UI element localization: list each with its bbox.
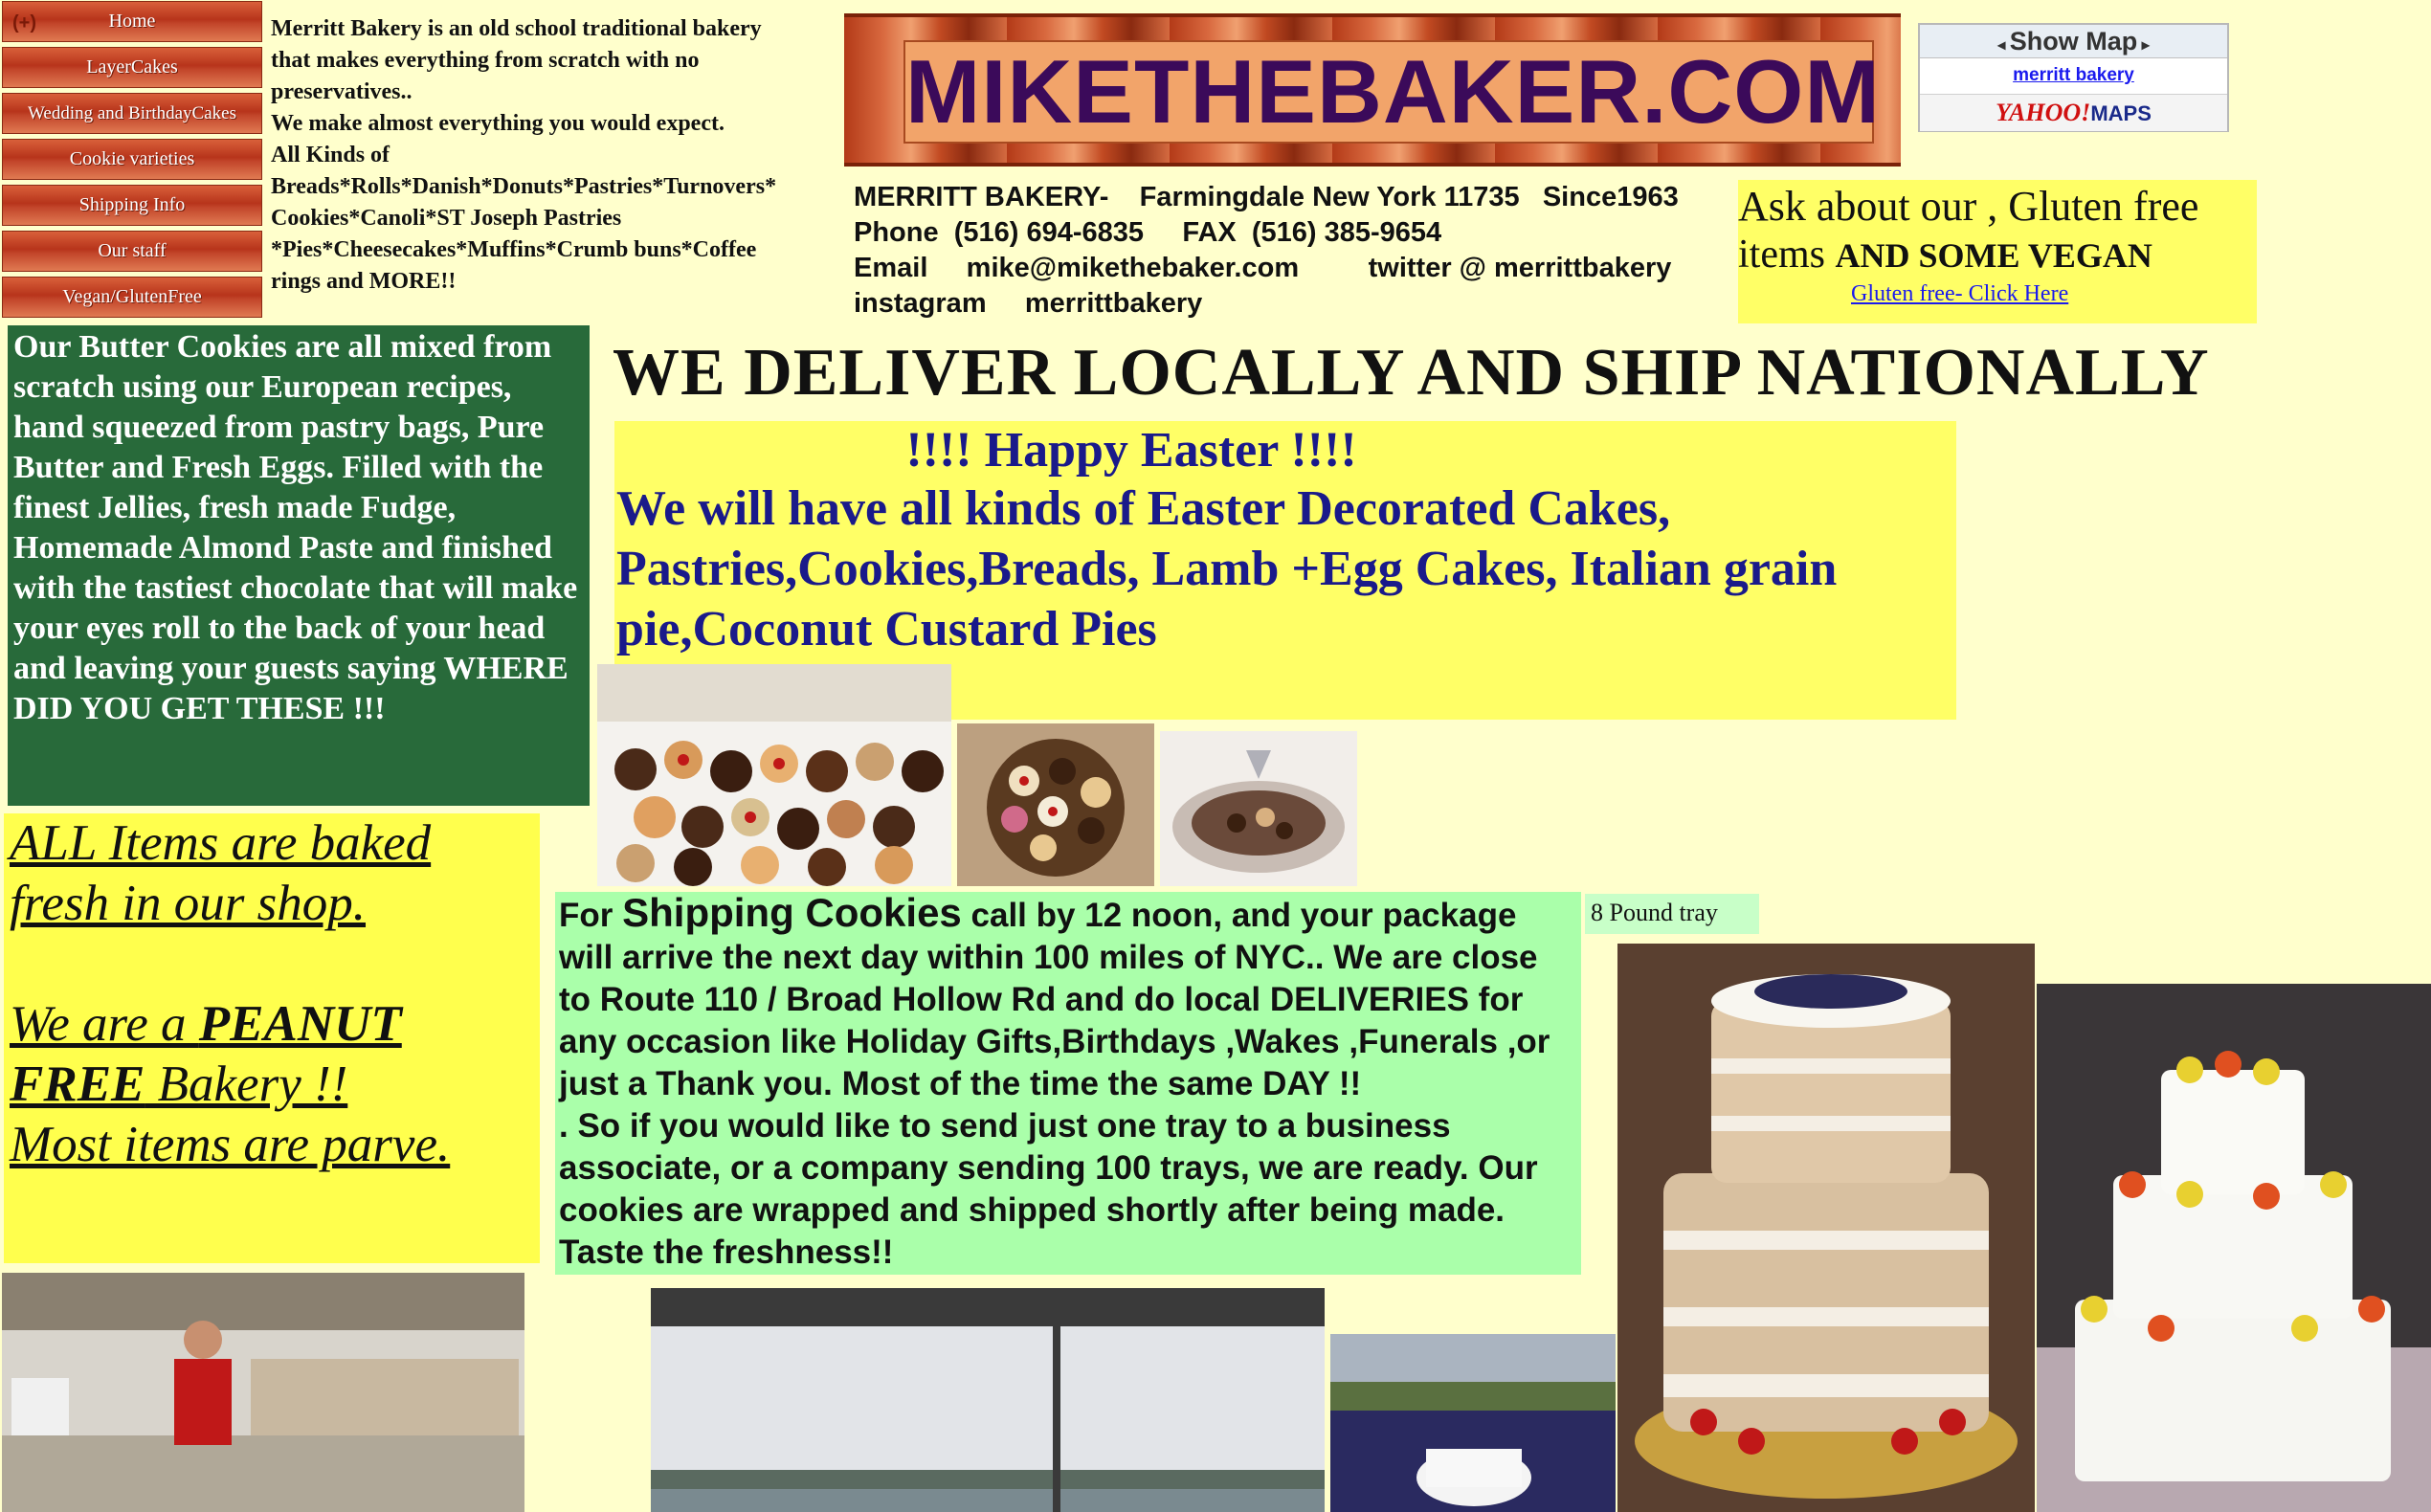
contact-address: MERRITT BAKERY- Farmingdale New York 117… [854,182,1679,212]
intro-line: Merritt Bakery is an old school traditio… [271,16,762,41]
shipping-paragraph1: For Shipping Cookies call by 12 noon, an… [559,892,1577,1105]
intro-line: Cookies*Canoli*ST Joseph Pastries [271,206,622,231]
easter-body: We will have all kinds of Easter Decorat… [616,481,1838,656]
all-items-line2: fresh in our shop. [10,876,367,931]
nav-wedding-label: Wedding and BirthdayCakes [28,103,236,123]
gluten-free-box: Ask about our , Gluten free items AND SO… [1738,180,2257,323]
map-location-link[interactable]: merritt bakery [1920,65,2227,86]
peanut-bold: PEANUT [198,996,402,1052]
gluten-free-link[interactable]: Gluten free- Click Here [1851,281,2068,307]
contact-phone: Phone (516) 694-6835 FAX (516) 385-9654 [854,217,1442,248]
easter-heading: !!!! Happy Easter !!!! [905,423,1357,478]
nav-home-label: Home [108,11,156,32]
intro-line: Breads*Rolls*Danish*Donuts*Pastries*Turn… [271,174,777,199]
intro-line: *Pies*Cheesecakes*Muffins*Crumb buns*Cof… [271,237,757,262]
peanut-free-line1: We are a PEANUT [10,994,540,1055]
all-items-box: ALL Items are baked fresh in our shop. W… [4,813,540,1263]
nav-staff-label: Our staff [98,240,167,261]
shipping-paragraph2: . So if you would like to send just one … [559,1107,1538,1271]
gluten-line2: items AND SOME VEGAN [1738,232,2152,278]
gluten-line1: Ask about our , Gluten free [1738,183,2199,230]
nav-cookie-label: Cookie varieties [69,148,195,169]
intro-line: All Kinds of [271,143,390,167]
parve-line: Most items are parve. [10,1117,451,1172]
nav-shipping-info[interactable]: Shipping Info [2,185,262,226]
intro-line: We make almost everything you would expe… [271,111,725,136]
all-items-line1: ALL Items are baked [10,815,432,871]
cookie-tray-image [597,664,951,886]
nav-home[interactable]: (+) Home [2,1,262,42]
cookie-tray-photo [597,664,951,886]
contact-email: Email mike@mikethebaker.com twitter @ me… [854,253,1672,283]
pound-tray-caption: 8 Pound tray [1585,894,1759,934]
contact-info: MERRITT BAKERY- Farmingdale New York 117… [854,180,1734,322]
wedding-cake-image [2037,984,2431,1512]
show-map-button[interactable]: ◂ Show Map ▸ [1920,25,2227,58]
staff-store-photo [2,1273,524,1512]
yahoo-logo-text: YAHOO! [1996,99,2091,126]
shipping-info-box: For Shipping Cookies call by 12 noon, an… [555,892,1581,1275]
intro-line: rings and MORE!! [271,269,457,294]
intro-line: that makes everything from scratch with … [271,48,700,73]
site-logo-banner: MIKETHEBAKER.COM [844,13,1901,167]
gluten-line2-pre: items [1738,233,1836,277]
nav-layer-cakes-label: LayerCakes [86,56,178,78]
cookie-platter-photo [957,723,1154,886]
nav-cookie-varieties[interactable]: Cookie varieties [2,139,262,180]
nav-vegan-glutenfree[interactable]: Vegan/GlutenFree [2,277,262,318]
wrapped-cookie-tray-image [1160,731,1357,886]
cake-by-water-photo [1330,1334,1616,1512]
staff-store-image [2,1273,524,1512]
intro-text: Merritt Bakery is an old school traditio… [271,13,845,298]
nav-shipping-label: Shipping Info [78,194,186,215]
show-map-label: Show Map [2009,27,2138,56]
nav-wedding-birthday-cakes[interactable]: Wedding and BirthdayCakes [2,93,262,134]
peanut-pre: We are a [10,996,199,1052]
harbor-photo [651,1288,1325,1512]
gluten-line2-bold: AND SOME VEGAN [1835,236,2152,275]
peanut-free-line2: FREE Bakery !! [10,1055,540,1115]
maps-logo-text: MAPS [2090,101,2152,125]
naked-cake-image [1617,944,2035,1512]
cookie-platter-image [957,723,1154,886]
plus-icon: (+) [12,12,36,33]
map-widget[interactable]: ◂ Show Map ▸ merritt bakery YAHOO!MAPS [1918,23,2229,132]
arrow-right-icon: ▸ [2137,37,2150,54]
free-bold: FREE [10,1056,145,1112]
butter-cookies-box: Our Butter Cookies are all mixed from sc… [8,325,590,806]
naked-cake-photo [1617,944,2035,1512]
nav-our-staff[interactable]: Our staff [2,231,262,272]
wrapped-cookie-tray-photo [1160,731,1357,886]
yahoo-maps-logo[interactable]: YAHOO!MAPS [1920,94,2227,131]
shipping-pre: For [559,897,623,934]
harbor-image [651,1288,1325,1512]
wedding-cake-photo [2037,984,2431,1512]
arrow-left-icon: ◂ [1997,37,2010,54]
shipping-cookies-heading: Shipping Cookies [622,890,962,935]
contact-instagram: instagram merrittbakery [854,288,1203,319]
deliver-headline: WE DELIVER LOCALLY AND SHIP NATIONALLY [613,336,2210,410]
nav-vegan-label: Vegan/GlutenFree [62,286,202,307]
site-logo-text: MIKETHEBAKER.COM [903,40,1881,144]
free-rest: Bakery !! [145,1056,348,1112]
cake-by-water-image [1330,1334,1616,1512]
nav-layer-cakes[interactable]: LayerCakes [2,47,262,88]
intro-line: preservatives.. [271,79,413,104]
